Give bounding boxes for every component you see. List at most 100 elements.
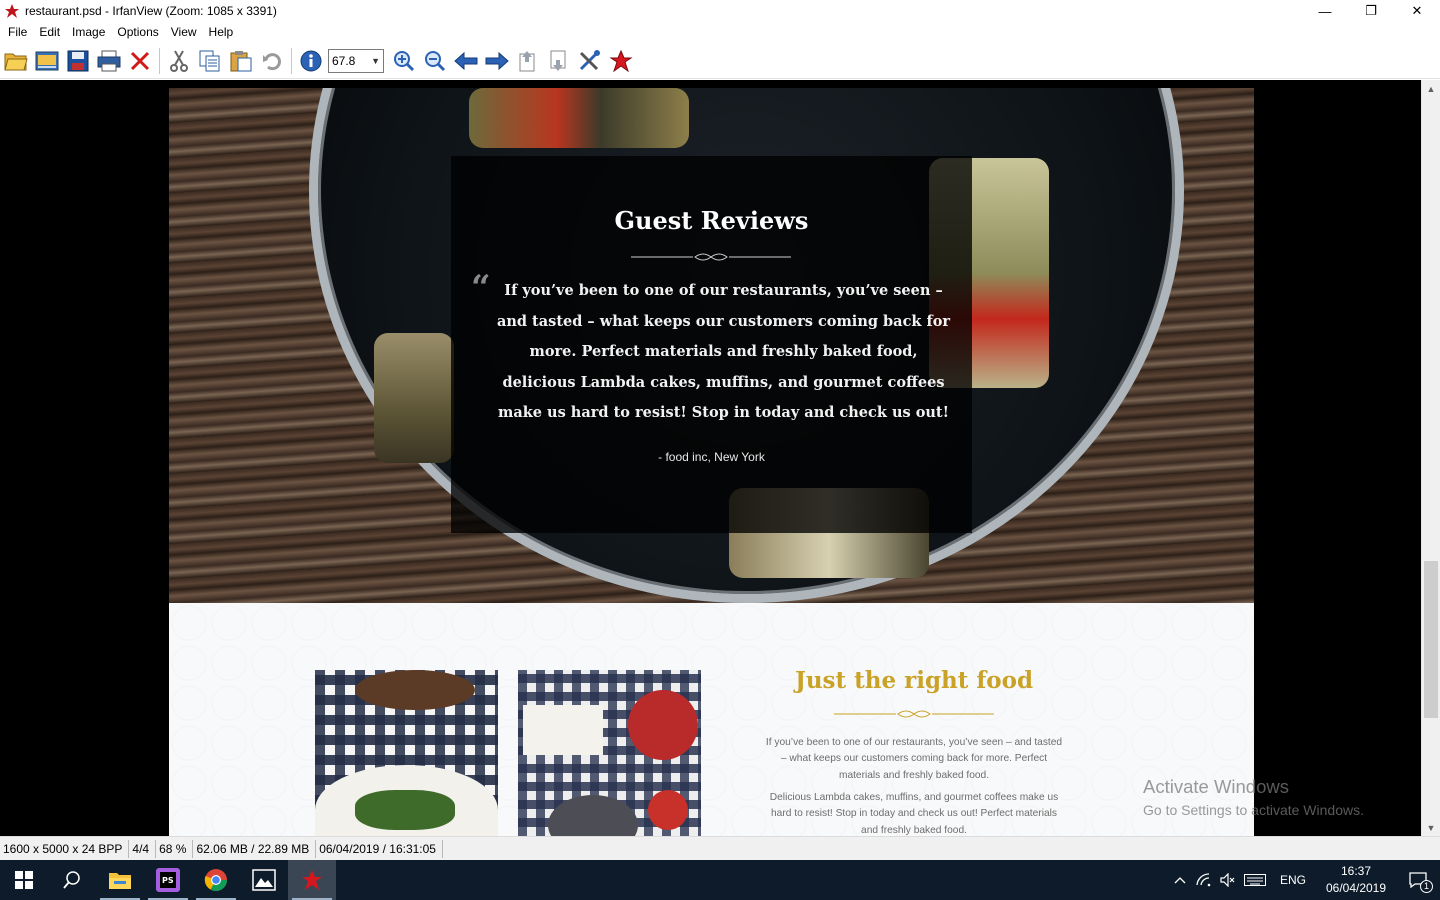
about-button[interactable] xyxy=(607,46,634,76)
zoom-value: 67.8 xyxy=(332,53,356,68)
thumbnails-button[interactable] xyxy=(33,46,60,76)
notification-count: 1 xyxy=(1420,880,1433,893)
taskbar-chrome[interactable] xyxy=(192,860,240,900)
status-date: 06/04/2019 / 16:31:05 xyxy=(316,839,443,858)
irfanview-icon xyxy=(302,870,322,890)
previous-button[interactable] xyxy=(452,46,479,76)
food-photo-greenbeans xyxy=(315,670,498,836)
menu-view[interactable]: View xyxy=(165,22,203,43)
undo-button[interactable] xyxy=(258,46,285,76)
displayed-image: Guest Reviews “ If you’ve been to one of… xyxy=(169,88,1254,836)
save-icon xyxy=(67,50,88,71)
close-button[interactable]: ✕ xyxy=(1394,0,1440,22)
thumbnails-icon xyxy=(35,51,58,70)
clock[interactable]: 16:37 06/04/2019 xyxy=(1316,863,1396,897)
volume-muted-icon[interactable] xyxy=(1216,860,1240,900)
irfanview-icon xyxy=(608,49,633,72)
restore-button[interactable]: ❐ xyxy=(1348,0,1394,22)
review-author: - food inc, New York xyxy=(658,450,765,464)
skewer-photo xyxy=(469,88,689,148)
taskbar-phpstorm[interactable]: PS xyxy=(144,860,192,900)
copy-button[interactable] xyxy=(196,46,223,76)
next-button[interactable] xyxy=(483,46,510,76)
quote-icon: “ xyxy=(471,268,491,308)
reviews-section: Guest Reviews “ If you’ve been to one of… xyxy=(169,88,1254,603)
save-button[interactable] xyxy=(64,46,91,76)
settings-icon xyxy=(579,49,600,70)
svg-text:PS: PS xyxy=(162,876,174,885)
watermark-title: Activate Windows xyxy=(1143,776,1289,797)
zoom-in-button[interactable] xyxy=(390,46,417,76)
menu-image[interactable]: Image xyxy=(66,22,111,43)
taskbar: PS ENG 16:37 06/04/2019 1 xyxy=(0,860,1440,900)
menu-help[interactable]: Help xyxy=(203,22,240,43)
scrollbar-thumb[interactable] xyxy=(1424,561,1438,718)
print-button[interactable] xyxy=(95,46,122,76)
window-title: restaurant.psd - IrfanView (Zoom: 1085 x… xyxy=(25,4,277,18)
scroll-down-icon[interactable]: ▼ xyxy=(1422,819,1440,836)
settings-button[interactable] xyxy=(576,46,603,76)
info-button[interactable] xyxy=(297,46,324,76)
minimize-button[interactable]: — xyxy=(1302,0,1348,22)
menu-edit[interactable]: Edit xyxy=(33,22,66,43)
review-card: Guest Reviews “ If you’ve been to one of… xyxy=(451,156,972,533)
title-bar: restaurant.psd - IrfanView (Zoom: 1085 x… xyxy=(0,0,1440,22)
wifi-icon[interactable] xyxy=(1192,860,1216,900)
activate-windows-watermark: Activate Windows Go to Settings to activ… xyxy=(1143,776,1364,818)
start-button[interactable] xyxy=(0,860,48,900)
chevron-down-icon: ▼ xyxy=(371,55,380,66)
paste-icon xyxy=(230,50,251,71)
zoom-out-icon xyxy=(424,50,445,71)
taskbar-irfanview[interactable] xyxy=(288,860,336,900)
chevron-up-icon[interactable] xyxy=(1168,860,1192,900)
toolbar-separator xyxy=(159,47,160,74)
page-up-button[interactable] xyxy=(514,46,541,76)
search-icon xyxy=(63,871,80,889)
menu-bar: File Edit Image Options View Help xyxy=(0,22,1440,43)
status-zoom: 68 % xyxy=(156,839,194,858)
food-section: Just the right food If you’ve been to on… xyxy=(169,603,1254,836)
paste-button[interactable] xyxy=(227,46,254,76)
food-paragraph: Delicious Lambda cakes, muffins, and gou… xyxy=(769,792,1059,836)
search-button[interactable] xyxy=(48,860,96,900)
cut-icon xyxy=(169,50,188,72)
cut-button[interactable] xyxy=(165,46,192,76)
status-page: 4/4 xyxy=(129,839,157,858)
clock-time: 16:37 xyxy=(1340,864,1372,878)
page-down-button[interactable] xyxy=(545,46,572,76)
zoom-combobox[interactable]: 67.8 ▼ xyxy=(328,48,384,73)
window-controls: — ❐ ✕ xyxy=(1302,0,1440,22)
status-bar: 1600 x 5000 x 24 BPP 4/4 68 % 62.06 MB /… xyxy=(0,836,1440,860)
zoom-in-icon xyxy=(393,50,414,71)
watermark-subtitle: Go to Settings to activate Windows. xyxy=(1143,802,1364,818)
page-down-icon xyxy=(550,50,565,71)
language-indicator[interactable]: ENG xyxy=(1280,873,1306,887)
notifications-button[interactable]: 1 xyxy=(1396,860,1440,900)
status-dimensions: 1600 x 5000 x 24 BPP xyxy=(0,839,130,858)
food-paragraph: If you’ve been to one of our restaurants… xyxy=(765,737,1063,781)
undo-icon xyxy=(262,52,281,70)
info-icon xyxy=(300,50,321,71)
delete-button[interactable] xyxy=(126,46,153,76)
toolbar: 67.8 ▼ xyxy=(0,43,1440,79)
keyboard-icon[interactable] xyxy=(1240,860,1270,900)
vertical-scrollbar[interactable]: ▲ ▼ xyxy=(1421,80,1440,836)
previous-icon xyxy=(453,51,477,70)
menu-options[interactable]: Options xyxy=(111,22,164,43)
start-icon xyxy=(15,871,33,889)
next-icon xyxy=(485,51,509,70)
scroll-up-icon[interactable]: ▲ xyxy=(1422,80,1440,97)
menu-file[interactable]: File xyxy=(2,22,33,43)
taskbar-file-explorer[interactable] xyxy=(96,860,144,900)
irfanview-app-icon xyxy=(5,4,19,18)
review-text: If you’ve been to one of our restaurants… xyxy=(496,282,951,421)
zoom-out-button[interactable] xyxy=(421,46,448,76)
taskbar-photos[interactable] xyxy=(240,860,288,900)
chrome-icon xyxy=(204,869,227,891)
image-viewer[interactable]: Guest Reviews “ If you’ve been to one of… xyxy=(0,80,1421,836)
open-button[interactable] xyxy=(2,46,29,76)
system-tray: ENG 16:37 06/04/2019 1 xyxy=(1168,860,1440,900)
toolbar-separator xyxy=(291,47,292,74)
skewer-photo xyxy=(374,333,454,463)
copy-icon xyxy=(199,50,219,71)
